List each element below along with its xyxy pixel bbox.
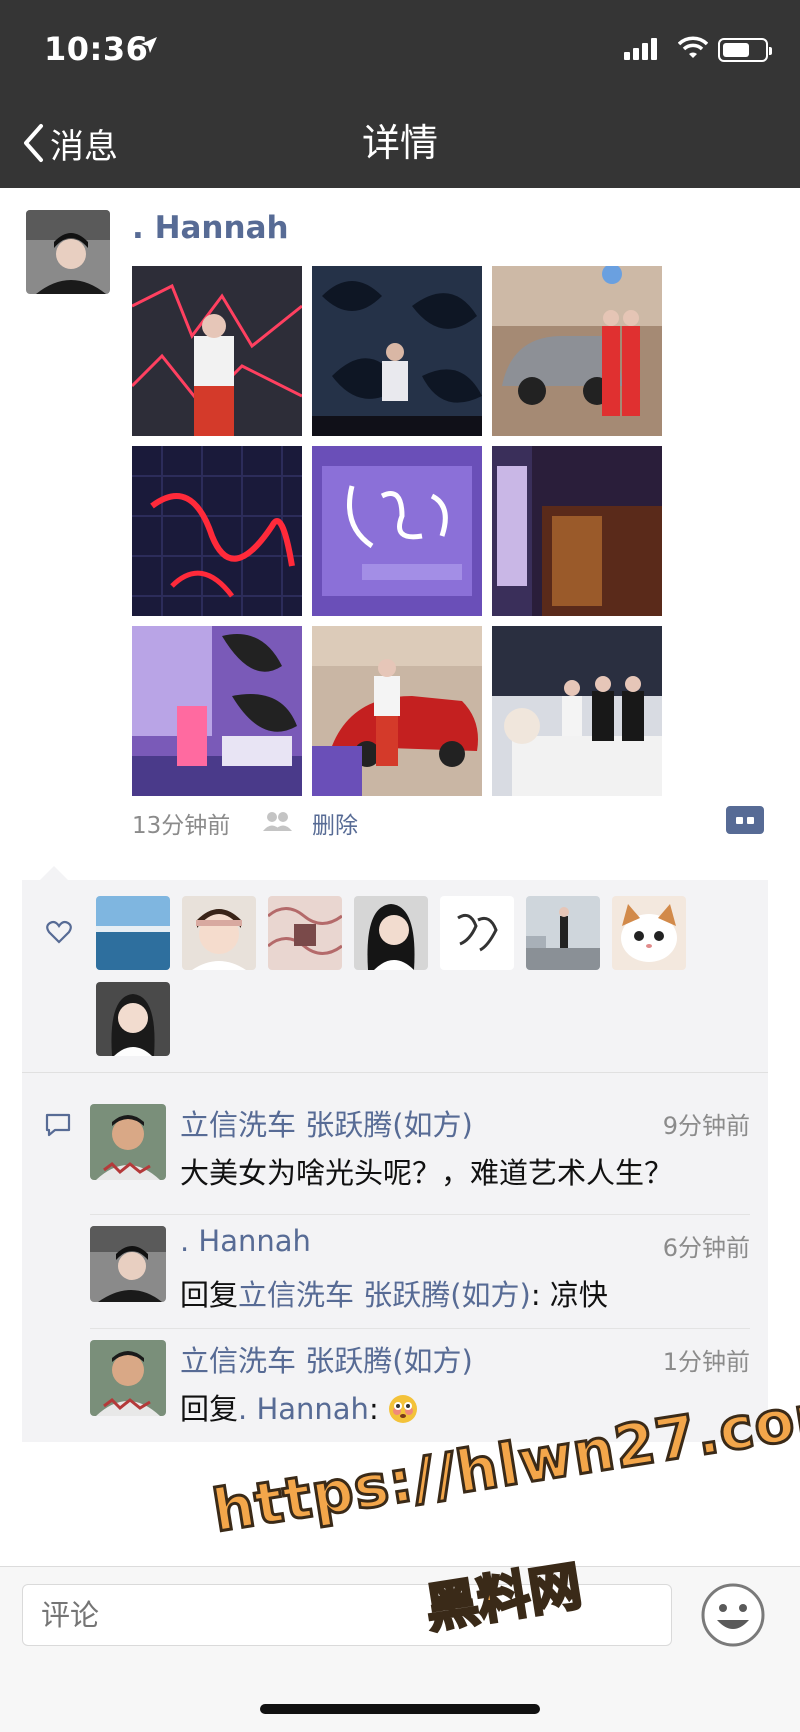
reply-target[interactable]: 立信洗车 张跃腾(如方) (238, 1278, 531, 1312)
photo-6[interactable] (492, 446, 662, 616)
reply-prefix: 回复 (180, 1278, 239, 1312)
photo-3[interactable] (492, 266, 662, 436)
more-actions-button[interactable] (726, 806, 764, 834)
comment-text: 回复立信洗车 张跃腾(如方): 凉快 (180, 1272, 608, 1314)
reply-prefix: 回复 (180, 1392, 239, 1426)
photo-5[interactable] (312, 446, 482, 616)
commenter-name[interactable]: . Hannah (180, 1224, 311, 1258)
photo-8[interactable] (312, 626, 482, 796)
liker-avatar[interactable] (268, 896, 342, 970)
comment-time: 1分钟前 (662, 1348, 750, 1376)
liker-avatar[interactable] (354, 896, 428, 970)
location-arrow-icon (141, 37, 157, 53)
liker-avatar[interactable] (612, 896, 686, 970)
wifi-icon (678, 36, 708, 58)
home-indicator (260, 1704, 540, 1714)
page-title: 详情 (361, 121, 438, 165)
commenter-name[interactable]: 立信洗车 张跃腾(如方) (180, 1338, 473, 1380)
liker-avatar[interactable] (96, 982, 170, 1056)
comment-text: 大美女为啥光头呢？，难道艺术人生？ (180, 1156, 674, 1190)
comment-divider (90, 1214, 750, 1215)
reply-body: : 凉快 (530, 1278, 608, 1312)
commenter-avatar[interactable] (90, 1226, 166, 1302)
reply-body: : (368, 1392, 379, 1426)
heart-icon (46, 920, 72, 944)
commenter-name[interactable]: 立信洗车 张跃腾(如方) (180, 1102, 473, 1144)
author-avatar[interactable] (26, 210, 110, 294)
commenter-avatar[interactable] (90, 1340, 166, 1416)
status-time: 10:36 (44, 30, 149, 68)
photo-9[interactable] (492, 626, 662, 796)
comment-time: 9分钟前 (662, 1112, 750, 1140)
commenter-avatar[interactable] (90, 1104, 166, 1180)
post-time: 13分钟前 (132, 813, 231, 839)
comment-icon (45, 1113, 71, 1137)
delete-button[interactable]: 删除 (312, 806, 358, 840)
photo-2[interactable] (312, 266, 482, 436)
battery-icon (718, 38, 772, 62)
panel-caret (40, 866, 68, 880)
liker-avatar[interactable] (526, 896, 600, 970)
comment-time: 6分钟前 (662, 1234, 750, 1262)
comment-divider (90, 1328, 750, 1329)
signal-icon (624, 38, 660, 60)
flushed-face-emoji-icon (388, 1395, 417, 1423)
panel-divider (22, 1072, 768, 1073)
photo-7[interactable] (132, 626, 302, 796)
emoji-button-icon[interactable] (700, 1582, 766, 1648)
friends-visibility-icon[interactable] (262, 810, 292, 832)
liker-avatar[interactable] (182, 896, 256, 970)
author-name[interactable]: . Hannah (132, 210, 289, 246)
comment-text: 回复. Hannah: (180, 1386, 418, 1428)
liker-avatar[interactable] (440, 896, 514, 970)
reply-target[interactable]: . Hannah (238, 1392, 369, 1426)
photo-1[interactable] (132, 266, 302, 436)
liker-avatar[interactable] (96, 896, 170, 970)
photo-4[interactable] (132, 446, 302, 616)
